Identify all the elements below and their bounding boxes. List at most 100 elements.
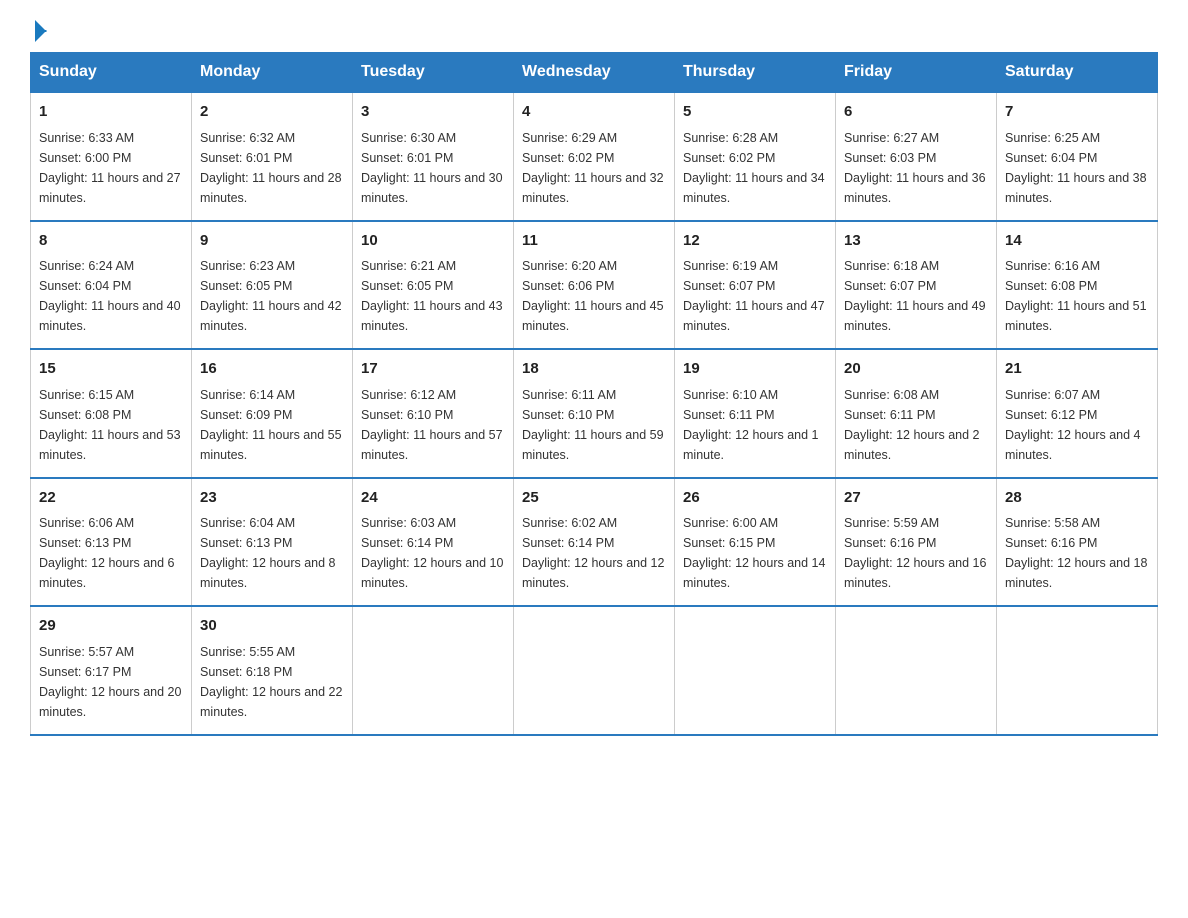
table-row: 9 Sunrise: 6:23 AMSunset: 6:05 PMDaylight… [192, 221, 353, 350]
day-number: 21 [1005, 358, 1149, 381]
day-number: 27 [844, 487, 988, 510]
table-row: 15 Sunrise: 6:15 AMSunset: 6:08 PMDayligh… [31, 349, 192, 478]
day-info: Sunrise: 6:19 AMSunset: 6:07 PMDaylight:… [683, 256, 827, 336]
table-row: 25 Sunrise: 6:02 AMSunset: 6:14 PMDayligh… [514, 478, 675, 607]
calendar-week-row: 22Sunrise: 6:06 AMSunset: 6:13 PMDayligh… [31, 478, 1158, 607]
day-number: 3 [361, 101, 505, 124]
day-info: Sunrise: 5:59 AMSunset: 6:16 PMDaylight:… [844, 513, 988, 593]
table-row: 12Sunrise: 6:19 AMSunset: 6:07 PMDayligh… [675, 221, 836, 350]
table-row: 19 Sunrise: 6:10 AMSunset: 6:11 PMDayligh… [675, 349, 836, 478]
table-row [353, 606, 514, 735]
day-info: Sunrise: 6:20 AMSunset: 6:06 PMDaylight:… [522, 256, 666, 336]
table-row: 8 Sunrise: 6:24 AMSunset: 6:04 PMDaylight… [31, 221, 192, 350]
table-row: 24 Sunrise: 6:03 AMSunset: 6:14 PMDayligh… [353, 478, 514, 607]
day-number: 26 [683, 487, 827, 510]
day-info: Sunrise: 6:07 AMSunset: 6:12 PMDaylight:… [1005, 385, 1149, 465]
day-info: Sunrise: 6:32 AMSunset: 6:01 PMDaylight:… [200, 128, 344, 208]
day-info: Sunrise: 6:15 AMSunset: 6:08 PMDaylight:… [39, 385, 183, 465]
day-number: 15 [39, 358, 183, 381]
day-info: Sunrise: 5:58 AMSunset: 6:16 PMDaylight:… [1005, 513, 1149, 593]
logo-icon [32, 20, 47, 42]
table-row: 14 Sunrise: 6:16 AMSunset: 6:08 PMDayligh… [997, 221, 1158, 350]
day-number: 10 [361, 230, 505, 253]
table-row: 2 Sunrise: 6:32 AMSunset: 6:01 PMDaylight… [192, 92, 353, 221]
table-row: 30 Sunrise: 5:55 AMSunset: 6:18 PMDayligh… [192, 606, 353, 735]
day-header-row: Sunday Monday Tuesday Wednesday Thursday… [31, 53, 1158, 93]
table-row: 7 Sunrise: 6:25 AMSunset: 6:04 PMDaylight… [997, 92, 1158, 221]
day-number: 22 [39, 487, 183, 510]
header-thursday: Thursday [675, 53, 836, 93]
table-row [675, 606, 836, 735]
day-info: Sunrise: 6:33 AMSunset: 6:00 PMDaylight:… [39, 128, 183, 208]
day-number: 6 [844, 101, 988, 124]
day-info: Sunrise: 5:55 AMSunset: 6:18 PMDaylight:… [200, 642, 344, 722]
header-tuesday: Tuesday [353, 53, 514, 93]
day-number: 19 [683, 358, 827, 381]
table-row [514, 606, 675, 735]
day-info: Sunrise: 6:03 AMSunset: 6:14 PMDaylight:… [361, 513, 505, 593]
day-number: 1 [39, 101, 183, 124]
table-row: 23 Sunrise: 6:04 AMSunset: 6:13 PMDayligh… [192, 478, 353, 607]
table-row: 4 Sunrise: 6:29 AMSunset: 6:02 PMDaylight… [514, 92, 675, 221]
day-number: 8 [39, 230, 183, 253]
page-header [30, 20, 1158, 42]
header-friday: Friday [836, 53, 997, 93]
day-info: Sunrise: 6:29 AMSunset: 6:02 PMDaylight:… [522, 128, 666, 208]
day-info: Sunrise: 6:16 AMSunset: 6:08 PMDaylight:… [1005, 256, 1149, 336]
day-number: 13 [844, 230, 988, 253]
day-info: Sunrise: 6:04 AMSunset: 6:13 PMDaylight:… [200, 513, 344, 593]
table-row: 16 Sunrise: 6:14 AMSunset: 6:09 PMDayligh… [192, 349, 353, 478]
day-info: Sunrise: 6:00 AMSunset: 6:15 PMDaylight:… [683, 513, 827, 593]
day-info: Sunrise: 6:18 AMSunset: 6:07 PMDaylight:… [844, 256, 988, 336]
table-row: 11 Sunrise: 6:20 AMSunset: 6:06 PMDayligh… [514, 221, 675, 350]
day-info: Sunrise: 6:11 AMSunset: 6:10 PMDaylight:… [522, 385, 666, 465]
day-number: 11 [522, 230, 666, 253]
day-info: Sunrise: 6:21 AMSunset: 6:05 PMDaylight:… [361, 256, 505, 336]
day-info: Sunrise: 6:27 AMSunset: 6:03 PMDaylight:… [844, 128, 988, 208]
day-number: 23 [200, 487, 344, 510]
table-row: 6 Sunrise: 6:27 AMSunset: 6:03 PMDaylight… [836, 92, 997, 221]
table-row: 28 Sunrise: 5:58 AMSunset: 6:16 PMDayligh… [997, 478, 1158, 607]
day-info: Sunrise: 6:24 AMSunset: 6:04 PMDaylight:… [39, 256, 183, 336]
table-row [997, 606, 1158, 735]
day-number: 7 [1005, 101, 1149, 124]
table-row: 22Sunrise: 6:06 AMSunset: 6:13 PMDayligh… [31, 478, 192, 607]
table-row: 1 Sunrise: 6:33 AMSunset: 6:00 PMDaylight… [31, 92, 192, 221]
day-info: Sunrise: 5:57 AMSunset: 6:17 PMDaylight:… [39, 642, 183, 722]
day-number: 2 [200, 101, 344, 124]
day-info: Sunrise: 6:25 AMSunset: 6:04 PMDaylight:… [1005, 128, 1149, 208]
header-saturday: Saturday [997, 53, 1158, 93]
calendar-table: Sunday Monday Tuesday Wednesday Thursday… [30, 52, 1158, 736]
day-number: 18 [522, 358, 666, 381]
header-sunday: Sunday [31, 53, 192, 93]
table-row: 18 Sunrise: 6:11 AMSunset: 6:10 PMDayligh… [514, 349, 675, 478]
calendar-week-row: 1 Sunrise: 6:33 AMSunset: 6:00 PMDaylight… [31, 92, 1158, 221]
table-row: 17Sunrise: 6:12 AMSunset: 6:10 PMDayligh… [353, 349, 514, 478]
day-number: 5 [683, 101, 827, 124]
calendar-week-row: 8 Sunrise: 6:24 AMSunset: 6:04 PMDaylight… [31, 221, 1158, 350]
table-row: 21 Sunrise: 6:07 AMSunset: 6:12 PMDayligh… [997, 349, 1158, 478]
day-number: 4 [522, 101, 666, 124]
day-number: 20 [844, 358, 988, 381]
day-info: Sunrise: 6:23 AMSunset: 6:05 PMDaylight:… [200, 256, 344, 336]
table-row [836, 606, 997, 735]
day-info: Sunrise: 6:02 AMSunset: 6:14 PMDaylight:… [522, 513, 666, 593]
table-row: 26 Sunrise: 6:00 AMSunset: 6:15 PMDayligh… [675, 478, 836, 607]
day-info: Sunrise: 6:12 AMSunset: 6:10 PMDaylight:… [361, 385, 505, 465]
day-number: 25 [522, 487, 666, 510]
day-number: 16 [200, 358, 344, 381]
day-info: Sunrise: 6:28 AMSunset: 6:02 PMDaylight:… [683, 128, 827, 208]
day-info: Sunrise: 6:14 AMSunset: 6:09 PMDaylight:… [200, 385, 344, 465]
day-number: 9 [200, 230, 344, 253]
day-number: 24 [361, 487, 505, 510]
table-row: 20 Sunrise: 6:08 AMSunset: 6:11 PMDayligh… [836, 349, 997, 478]
day-info: Sunrise: 6:10 AMSunset: 6:11 PMDaylight:… [683, 385, 827, 465]
table-row: 27 Sunrise: 5:59 AMSunset: 6:16 PMDayligh… [836, 478, 997, 607]
table-row: 29Sunrise: 5:57 AMSunset: 6:17 PMDayligh… [31, 606, 192, 735]
calendar-week-row: 15 Sunrise: 6:15 AMSunset: 6:08 PMDayligh… [31, 349, 1158, 478]
day-info: Sunrise: 6:30 AMSunset: 6:01 PMDaylight:… [361, 128, 505, 208]
day-number: 28 [1005, 487, 1149, 510]
day-info: Sunrise: 6:08 AMSunset: 6:11 PMDaylight:… [844, 385, 988, 465]
day-number: 30 [200, 615, 344, 638]
day-number: 14 [1005, 230, 1149, 253]
